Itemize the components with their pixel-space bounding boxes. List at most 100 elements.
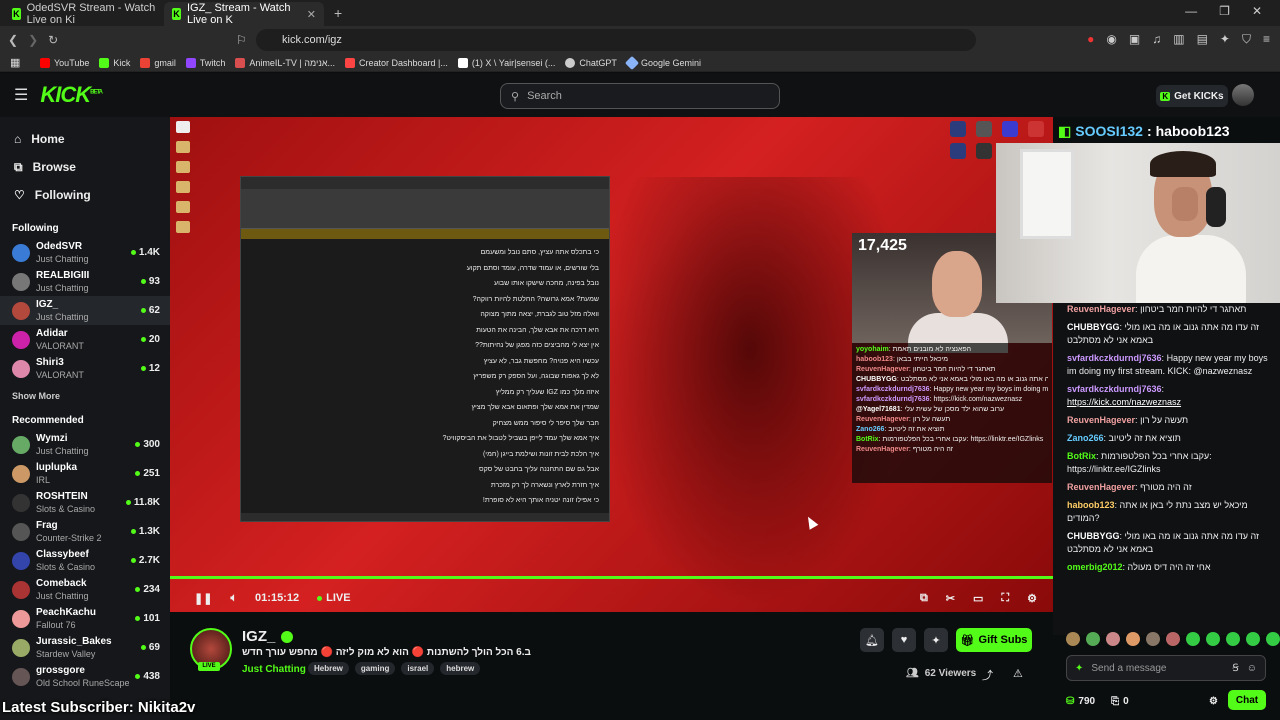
progress-bar[interactable] (170, 576, 1053, 579)
chat-username[interactable]: BotRix (1067, 451, 1096, 461)
sidebar-channel[interactable]: OdedSVR Just Chatting 1.4K (0, 238, 170, 267)
follow-button[interactable]: ♥ (892, 628, 916, 652)
extension-icon[interactable]: ▣ (1129, 32, 1140, 47)
emote-icon[interactable] (1086, 632, 1100, 646)
sidebar-channel[interactable]: IGZ_ Just Chatting 62 (0, 296, 170, 325)
emote-icon[interactable] (1206, 632, 1220, 646)
gift-subs-button[interactable]: 🎁︎ Gift Subs (956, 628, 1032, 652)
chat-username[interactable]: omerbig2012 (1067, 562, 1123, 572)
emote-icon[interactable] (1126, 632, 1140, 646)
bookmark-item[interactable]: Twitch (185, 57, 225, 68)
pause-icon[interactable]: ❚❚ (194, 592, 212, 605)
address-bar[interactable]: kick.com/igz (256, 29, 976, 51)
emote-icon[interactable] (1186, 632, 1200, 646)
share-icon[interactable]: ⤴ (982, 667, 993, 683)
sidebar-channel[interactable]: Frag Counter-Strike 2 1.3K (0, 517, 170, 546)
volume-icon[interactable]: 🔈︎ (230, 592, 237, 605)
sidebar-channel[interactable]: grossgore Old School RuneScape 438 (0, 662, 170, 691)
nav-home[interactable]: ⌂ Home (0, 125, 170, 153)
close-window-icon[interactable]: ✕ (1252, 4, 1262, 18)
chat-username[interactable]: CHUBBYGG (1067, 322, 1120, 332)
bookmark-item[interactable]: (1) X \ Yair|sensei (... (457, 57, 555, 68)
sidebar-channel[interactable]: PeachKachu Fallout 76 101 (0, 604, 170, 633)
reload-icon[interactable]: ↻ (48, 33, 58, 47)
sidebar-channel[interactable]: Jurassic_Bakes Stardew Valley 69 (0, 633, 170, 662)
chat-send-button[interactable]: Chat (1228, 690, 1266, 710)
sidebar-channel[interactable]: ROSHTEIN Slots & Casino 11.8K (0, 488, 170, 517)
sidebar-channel[interactable]: Classybeef Slots & Casino 2.7K (0, 546, 170, 575)
notification-bell-button[interactable]: 🔔︎ (860, 628, 884, 652)
emoji-icon[interactable]: ☺ (1247, 663, 1257, 674)
chat-settings-icon[interactable]: ⚙ (1209, 696, 1218, 707)
emote-icon[interactable] (1226, 632, 1240, 646)
shield-icon[interactable]: ⛉ (1242, 32, 1251, 47)
nav-browse[interactable]: ⧉ Browse (0, 153, 170, 181)
sidebar-channel[interactable]: Shiri3 VALORANT 12 (0, 354, 170, 383)
extension-icon[interactable]: ◉ (1106, 32, 1116, 47)
browser-tab[interactable]: K OdedSVR Stream - Watch Live on Ki (4, 2, 164, 26)
bookmark-item[interactable]: YouTube (40, 57, 89, 68)
ai-icon[interactable]: ✦ (1220, 32, 1230, 47)
sidebar-channel[interactable]: Comeback Just Chatting 234 (0, 575, 170, 604)
bookmark-item[interactable]: ChatGPT (565, 57, 617, 68)
stream-category[interactable]: Just Chatting (242, 664, 306, 675)
translate-icon[interactable]: Ꞩ (1232, 663, 1238, 674)
clip-icon[interactable]: ✂ (946, 592, 955, 605)
gift-icon[interactable]: ⎘ (1111, 696, 1119, 707)
emote-icon[interactable] (1066, 632, 1080, 646)
user-avatar[interactable] (1232, 84, 1254, 106)
streamer-name[interactable]: IGZ_ (242, 628, 294, 645)
search-input[interactable]: ⚲ Search (500, 83, 780, 109)
sidebar-channel[interactable]: Adidar VALORANT 20 (0, 325, 170, 354)
chat-username[interactable]: Zano266 (1067, 433, 1104, 443)
settings-icon[interactable]: ⚙ (1027, 592, 1037, 605)
bookmark-item[interactable]: Google Gemini (624, 55, 701, 70)
menu-icon[interactable]: ≡ (1263, 32, 1270, 47)
chat-message-input[interactable]: ✦ Send a message Ꞩ ☺ (1066, 655, 1266, 681)
forward-icon[interactable]: ❯ (28, 33, 38, 47)
restore-icon[interactable]: ❐ (1219, 4, 1230, 18)
get-kicks-button[interactable]: K Get KICKs (1156, 85, 1228, 107)
kick-logo[interactable]: KICKBETA (40, 82, 103, 108)
tag[interactable]: israel (401, 662, 435, 675)
wallet-icon[interactable]: ▤ (1197, 32, 1208, 47)
sidebar-channel[interactable]: luplupka IRL 251 (0, 459, 170, 488)
bookmark-item[interactable]: gmail (140, 57, 176, 68)
show-more-button[interactable]: Show More (0, 383, 170, 409)
emote-icon[interactable] (1106, 632, 1120, 646)
chat-username[interactable]: haboob123 (1067, 500, 1115, 510)
sidebar-channel[interactable]: REALBIGIII Just Chatting 93 (0, 267, 170, 296)
chat-username[interactable]: ReuvenHagever (1067, 482, 1135, 492)
tag[interactable]: hebrew (440, 662, 481, 675)
new-tab-icon[interactable]: + (334, 5, 342, 21)
bookmark-item[interactable]: Creator Dashboard |... (345, 57, 448, 68)
chat-username[interactable]: ReuvenHagever (1067, 415, 1135, 425)
chat-username[interactable]: svfardkczkdurndj7636 (1067, 353, 1162, 363)
chat-text[interactable]: https://kick.com/nazweznasz (1067, 397, 1181, 407)
sidebar-icon[interactable]: ▥ (1173, 32, 1184, 47)
minimize-icon[interactable]: — (1185, 4, 1197, 18)
pip-icon[interactable]: ⧉ (920, 592, 928, 605)
theater-mode-icon[interactable]: ▭ (973, 592, 983, 605)
extension-icon[interactable]: ● (1087, 32, 1094, 47)
apps-icon[interactable]: ▦ (10, 56, 20, 69)
hamburger-menu-icon[interactable]: ☰ (14, 85, 28, 105)
chat-username[interactable]: ReuvenHagever (1067, 304, 1135, 314)
chat-username[interactable]: svfardkczkdurndj7636 (1067, 384, 1162, 394)
video-player[interactable]: כי בתכלס אתה עציץ, סתם נובל ומשעמם בלי שו… (170, 117, 1053, 612)
kicks-button[interactable]: ✦ (924, 628, 948, 652)
music-icon[interactable]: ♫ (1152, 32, 1161, 47)
emote-icon[interactable] (1246, 632, 1260, 646)
report-icon[interactable]: ⚠ (1013, 667, 1023, 683)
tag[interactable]: gaming (354, 662, 396, 675)
browser-tab-active[interactable]: K IGZ_ Stream - Watch Live on K ✕ (164, 2, 324, 26)
close-tab-icon[interactable]: ✕ (307, 8, 316, 21)
emote-icon[interactable] (1266, 632, 1280, 646)
tag[interactable]: Hebrew (308, 662, 349, 675)
fullscreen-icon[interactable]: ⛶ (1001, 592, 1009, 605)
sidebar-channel[interactable]: Wymzi Just Chatting 300 (0, 430, 170, 459)
chat-username[interactable]: CHUBBYGG (1067, 531, 1120, 541)
bookmark-item[interactable]: Kick (99, 57, 130, 68)
nav-following[interactable]: ♡ Following (0, 181, 170, 209)
emote-icon[interactable] (1166, 632, 1180, 646)
